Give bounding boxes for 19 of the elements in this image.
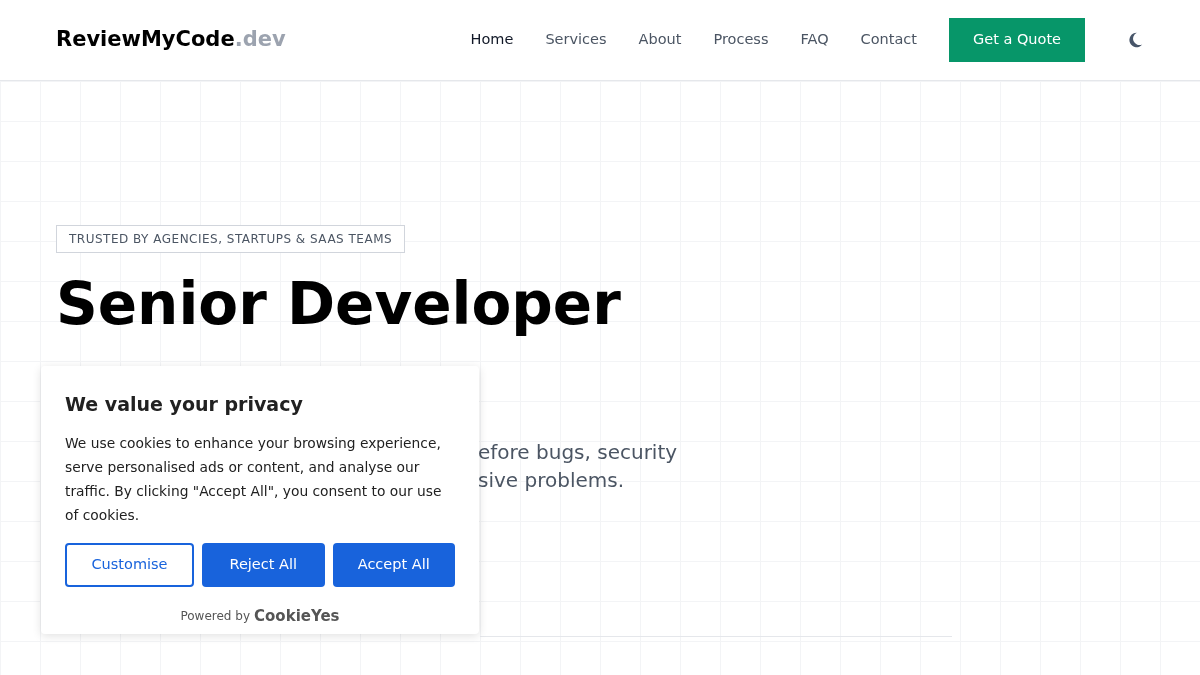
nav-link[interactable]: FAQ <box>784 29 845 51</box>
site-logo[interactable]: ReviewMyCode.dev <box>56 24 286 56</box>
powered-by-text: Powered by <box>180 607 251 625</box>
nav-link[interactable]: Process <box>697 29 785 51</box>
nav-link[interactable]: Services <box>529 29 623 51</box>
cookie-button[interactable]: Reject All <box>202 542 325 587</box>
nav-link[interactable]: About <box>622 29 698 51</box>
nav-link[interactable]: Home <box>454 29 530 51</box>
cookieyes-logo[interactable]: CookieYes <box>254 604 340 627</box>
cookie-button[interactable]: Accept All <box>332 542 455 587</box>
banner-text: We use cookies to enhance your browsing experience, serve personalised ads or content, and analyse our traffic. By clicking "Accept All", you consent to our use of cookies. <box>65 433 443 525</box>
hero-heading: Senior Developer <box>56 273 622 335</box>
hero-subtitle: efore bugs, security sive problems. <box>478 439 679 494</box>
nav-link[interactable]: Contact <box>844 29 933 51</box>
dark-mode-icon[interactable] <box>1126 31 1144 49</box>
cookie-button[interactable]: Customise <box>65 542 194 587</box>
banner-title: We value your privacy <box>65 392 304 417</box>
trust-badge: TRUSTED BY AGENCIES, STARTUPS & SAAS TEAMS <box>56 225 406 253</box>
quote-button[interactable]: Get a Quote <box>948 18 1085 62</box>
